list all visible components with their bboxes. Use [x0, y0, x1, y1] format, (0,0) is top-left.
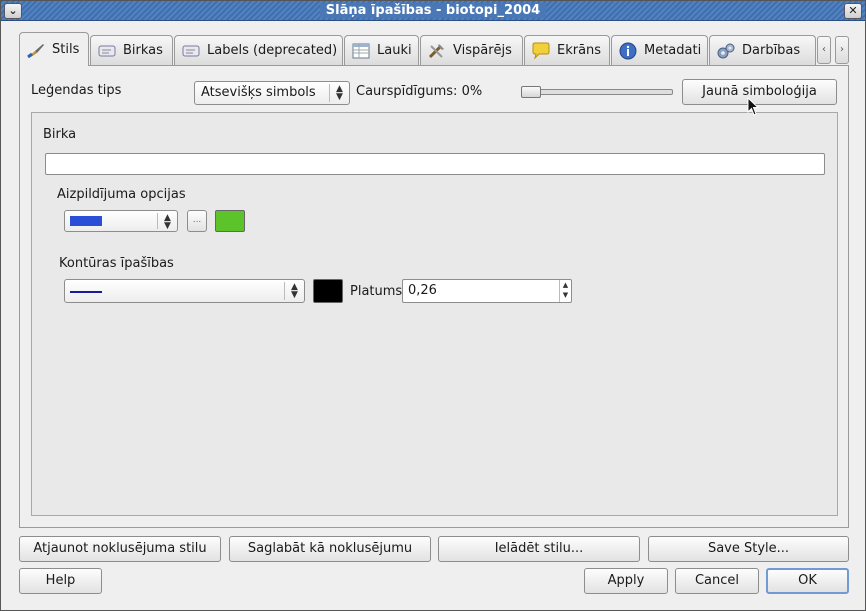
tab-darbibas[interactable]: Darbības	[709, 35, 816, 65]
updown-arrows-icon: ▲ ▼	[329, 84, 349, 102]
tab-stils[interactable]: Stils	[19, 32, 89, 66]
help-button[interactable]: Help	[19, 568, 102, 594]
brush-icon	[26, 41, 46, 59]
style-tab-pane: Leģendas tips Atsevišķs simbols ▲ ▼ Caurs…	[19, 65, 849, 528]
cancel-button[interactable]: Cancel	[675, 568, 759, 594]
close-button[interactable]: ✕	[844, 3, 862, 19]
mouse-cursor-icon	[747, 97, 760, 116]
chevron-right-icon: ›	[840, 44, 844, 55]
close-icon: ✕	[848, 4, 858, 17]
line-style-preview	[70, 291, 102, 293]
apply-button[interactable]: Apply	[584, 568, 668, 594]
tag-label: Birka	[43, 127, 77, 142]
tab-bar: Stils Birkas Labels (deprecated) Lauki V…	[19, 32, 849, 66]
browse-texture-button[interactable]: ...	[187, 210, 207, 232]
tab-birkas[interactable]: Birkas	[90, 35, 173, 65]
layer-properties-dialog: ⌄ Slāņa īpašības - biotopi_2004 ✕ Stils …	[0, 0, 866, 611]
tag-input[interactable]	[45, 153, 825, 175]
save-style-button[interactable]: Save Style...	[648, 536, 849, 562]
legend-type-label: Leģendas tips	[31, 83, 122, 98]
info-icon	[618, 42, 638, 60]
tab-visparejs[interactable]: Vispārējs	[420, 35, 523, 65]
tab-scroll-right-button[interactable]: ›	[835, 36, 849, 64]
title-bar[interactable]: ⌄ Slāņa īpašības - biotopi_2004 ✕	[1, 1, 865, 21]
outline-color-button[interactable]	[313, 279, 343, 303]
outline-style-select[interactable]: ▲ ▼	[64, 279, 305, 303]
spin-arrows-icon[interactable]: ▲ ▼	[559, 280, 571, 302]
updown-arrows-icon: ▲ ▼	[157, 213, 177, 231]
label-icon	[97, 42, 117, 60]
legend-type-select[interactable]: Atsevišķs simbols ▲ ▼	[194, 81, 350, 105]
tools-icon	[427, 42, 447, 60]
window-title: Slāņa īpašības - biotopi_2004	[1, 3, 865, 18]
table-icon	[351, 42, 371, 60]
fill-pattern-select[interactable]: ▲ ▼	[64, 210, 178, 232]
gears-icon	[716, 42, 736, 60]
fill-options-label: Aizpildījuma opcijas	[57, 187, 186, 202]
width-spinbox[interactable]: 0,26 ▲ ▼	[402, 279, 572, 303]
outline-label: Kontūras īpašības	[59, 256, 174, 271]
updown-arrows-icon: ▲ ▼	[284, 282, 304, 300]
tab-scroll-left-button[interactable]: ‹	[817, 36, 831, 64]
transparency-label: Caurspīdīgums: 0%	[356, 84, 483, 99]
ok-button[interactable]: OK	[766, 568, 849, 594]
tab-ekrans[interactable]: Ekrāns	[524, 35, 610, 65]
transparency-slider[interactable]	[521, 89, 673, 95]
chevron-left-icon: ‹	[822, 44, 826, 55]
fill-pattern-preview	[70, 216, 102, 226]
tab-labels-deprecated[interactable]: Labels (deprecated)	[174, 35, 343, 65]
transparency-slider-handle[interactable]	[521, 86, 541, 98]
save-as-default-button[interactable]: Saglabāt kā noklusējumu	[229, 536, 431, 562]
restore-default-style-button[interactable]: Atjaunot noklusējuma stilu	[19, 536, 221, 562]
load-style-button[interactable]: Ielādēt stilu...	[438, 536, 640, 562]
tab-metadati[interactable]: Metadati	[611, 35, 708, 65]
label-icon	[181, 42, 201, 60]
tab-lauki[interactable]: Lauki	[344, 35, 419, 65]
width-label: Platums	[350, 284, 403, 299]
symbol-group: Birka Aizpildījuma opcijas ▲ ▼ ... Kontūr…	[31, 112, 838, 516]
fill-color-button[interactable]	[215, 210, 245, 232]
speech-bubble-icon	[531, 42, 551, 60]
